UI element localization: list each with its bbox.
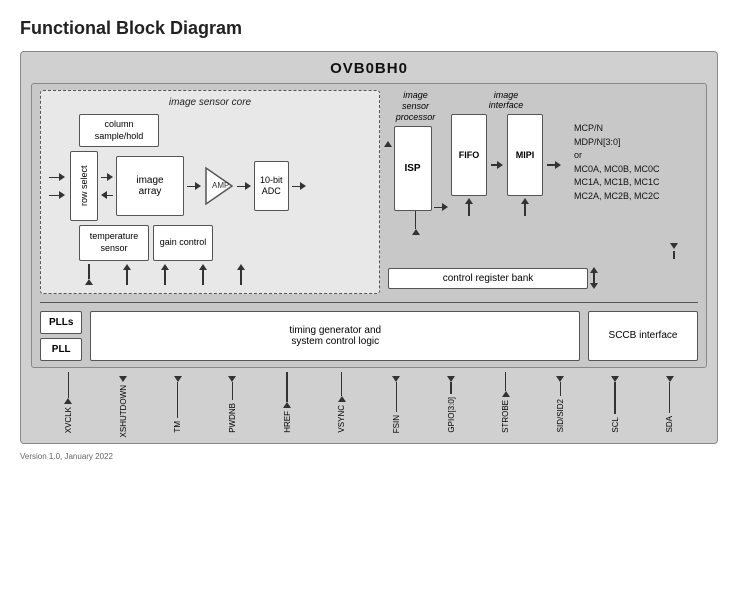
signal-label-href: HREF (283, 411, 292, 433)
svg-text:AMP: AMP (212, 181, 229, 190)
signal-label-gpio: GPIO[3:0] (447, 397, 456, 433)
right-top-row: imagesensorprocessor ISP (388, 90, 698, 235)
sccb-block: SCCB interface (588, 311, 698, 361)
image-interface-label: imageinterface (451, 90, 561, 110)
bottom-section: PLLs PLL timing generator and system con… (40, 311, 698, 361)
isp-label: imagesensorprocessor (396, 90, 436, 122)
signal-label-scl: SCL (611, 417, 620, 433)
right-group: imagesensorprocessor ISP (388, 90, 698, 289)
signal-strobe: STROBE (478, 372, 533, 433)
signal-label-fsin: FSIN (392, 415, 401, 433)
signal-xshutdown: XSHUTDOWN (96, 372, 151, 433)
signal-label-xshutdown: XSHUTDOWN (119, 385, 128, 437)
isp-block: ISP (394, 126, 432, 211)
signal-sda: SDA (642, 372, 697, 433)
signal-href: HREF (260, 372, 315, 433)
signal-vsync: VSYNC (314, 372, 369, 433)
signal-label-sid: SID/SID2 (556, 399, 565, 432)
pll-block: PLL (40, 338, 82, 361)
signal-label-pwdnb: PWDNB (228, 403, 237, 433)
signal-label-xvclk: XVCLK (64, 407, 73, 433)
signal-tm: TM (150, 372, 205, 433)
control-register-bank-box: control register bank (388, 268, 588, 289)
top-content-row: image sensor core column sample/hold (40, 90, 698, 294)
signals-container: XVCLK XSHUTDOWN TM PWDNB HREF VSYNC (31, 368, 707, 433)
signal-scl: SCL (588, 372, 643, 433)
isp-section: imagesensorprocessor ISP (388, 90, 443, 235)
gain-control-block: gain control (153, 225, 213, 260)
image-sensor-core-box: image sensor core column sample/hold (40, 90, 380, 294)
fifo-block: FIFO (451, 114, 487, 196)
image-interface-section: imageinterface FIFO (451, 90, 561, 216)
chip-outer-box: OVB0BH0 image sensor core column sample/… (20, 51, 718, 444)
plls-block: PLLs (40, 311, 82, 334)
signal-gpio: GPIO[3:0] (424, 372, 479, 433)
signal-sid: SID/SID2 (533, 372, 588, 433)
inner-chip-box: image sensor core column sample/hold (31, 83, 707, 368)
isc-label: image sensor core (49, 97, 371, 108)
mipi-block: MIPI (507, 114, 543, 196)
mcp-label: MCP/N MDP/N[3:0] or MC0A, MC0B, MC0C MC1… (574, 122, 660, 203)
signal-label-strobe: STROBE (501, 400, 510, 433)
timing-block: timing generator and system control logi… (90, 311, 580, 361)
signal-xvclk: XVCLK (41, 372, 96, 433)
signal-label-tm: TM (173, 421, 182, 433)
signal-label-vsync: VSYNC (337, 405, 346, 433)
page-title: Functional Block Diagram (20, 18, 718, 39)
version-text: Version 1.0, January 2022 (20, 452, 718, 461)
row-select-block: row select (70, 151, 98, 221)
amp-block: AMP (204, 166, 234, 206)
signal-pwdnb: PWDNB (205, 372, 260, 433)
chip-label: OVB0BH0 (31, 60, 707, 77)
temperature-sensor-block: temperature sensor (79, 225, 149, 260)
signal-label-sda: SDA (665, 416, 674, 432)
image-array-block: imagearray (116, 156, 184, 216)
crb-row (388, 243, 698, 259)
column-sample-hold-block: column sample/hold (79, 114, 159, 147)
adc-block: 10-bit ADC (254, 161, 289, 211)
input-arrows (49, 173, 65, 199)
plls-group: PLLs PLL (40, 311, 82, 361)
signal-fsin: FSIN (369, 372, 424, 433)
